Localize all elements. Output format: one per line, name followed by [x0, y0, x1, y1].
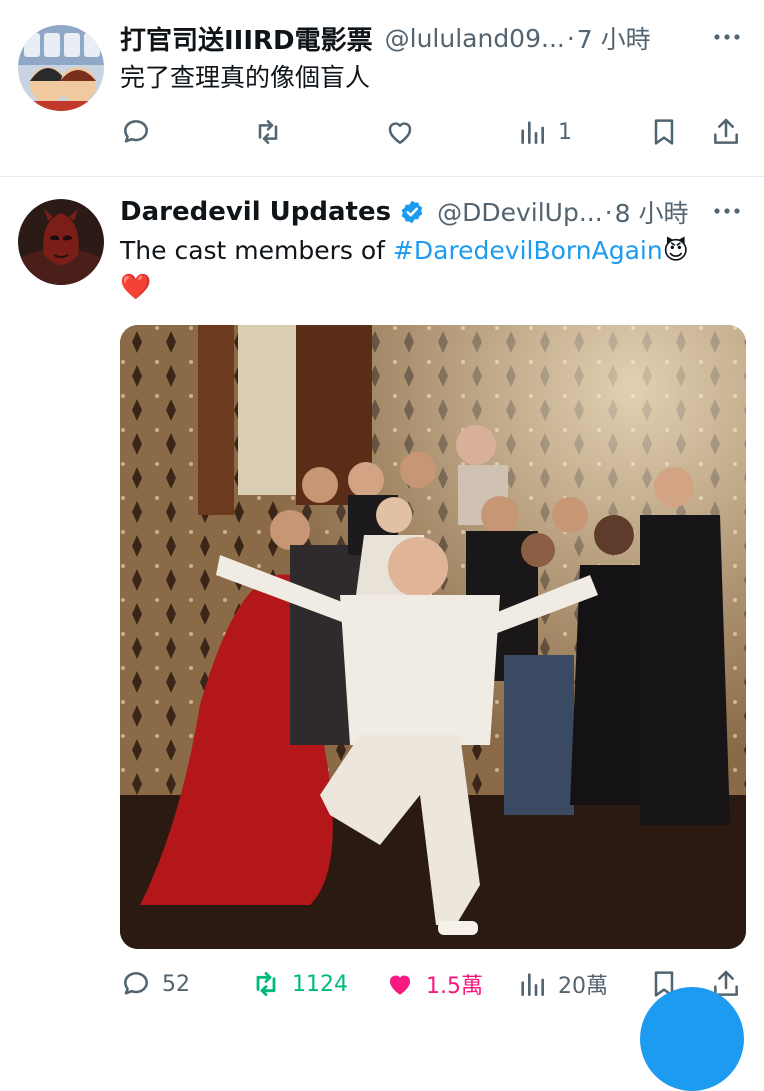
- display-name[interactable]: Daredevil Updates: [120, 197, 391, 227]
- tweet-header: Daredevil Updates @DDevilUp... · 8 小時: [120, 192, 744, 232]
- like-button[interactable]: [384, 112, 426, 152]
- reply-icon: [124, 120, 148, 143]
- retweet-button[interactable]: 1124: [250, 964, 348, 1004]
- timestamp[interactable]: 8 小時: [615, 194, 689, 230]
- tweet-text: 完了查理真的像個盲人: [120, 63, 371, 92]
- red-heart-emoji: ❤️: [120, 272, 152, 301]
- tweet-1[interactable]: 打官司送IIIRD電影票 @lululand09... · 7 小時 完了查理真…: [0, 0, 764, 177]
- devil-emoji: 😈: [662, 236, 689, 265]
- view-count: 20萬: [558, 974, 608, 999]
- tweet-actions: 52 1124 1.5萬 20萬: [120, 964, 746, 1004]
- heart-icon: [388, 122, 412, 144]
- heart-filled-icon: [389, 975, 411, 995]
- retweet-count: 1124: [292, 971, 348, 997]
- verified-badge-icon: [399, 199, 425, 225]
- user-handle[interactable]: @DDevilUp...: [437, 198, 603, 227]
- share-icon: [714, 118, 738, 144]
- bookmark-icon: [654, 119, 674, 145]
- compose-post-button[interactable]: [640, 987, 744, 1091]
- user-handle[interactable]: @lululand09...: [385, 24, 565, 53]
- tweet-actions: 1: [120, 112, 746, 152]
- timestamp[interactable]: 7 小時: [577, 20, 651, 56]
- like-button[interactable]: 1.5萬: [384, 964, 483, 1004]
- hashtag-link[interactable]: #DaredevilBornAgain: [393, 236, 663, 265]
- views-button[interactable]: 20萬: [516, 964, 608, 1004]
- reply-count: 52: [162, 971, 190, 997]
- display-name[interactable]: 打官司送IIIRD電影票: [120, 20, 373, 57]
- tweet-header: 打官司送IIIRD電影票 @lululand09... · 7 小時: [120, 18, 744, 58]
- separator-dot: ·: [566, 23, 575, 53]
- tweet-text-body: The cast members of: [120, 236, 393, 265]
- view-count: 1: [558, 119, 572, 145]
- separator-dot: ·: [604, 197, 613, 227]
- tweet-photo[interactable]: [120, 325, 746, 949]
- tweet-2[interactable]: Daredevil Updates @DDevilUp... · 8 小時 Th…: [0, 177, 764, 1024]
- reply-button[interactable]: 52: [120, 964, 190, 1004]
- reply-icon: [124, 972, 148, 995]
- reply-button[interactable]: [120, 112, 162, 152]
- user-avatar[interactable]: [18, 25, 104, 111]
- more-options-icon[interactable]: [710, 196, 744, 226]
- retweet-icon: [256, 971, 276, 997]
- views-icon: [521, 121, 544, 144]
- share-button[interactable]: [710, 112, 742, 152]
- like-count: 1.5萬: [426, 974, 483, 999]
- views-button[interactable]: 1: [516, 112, 572, 152]
- bookmark-button[interactable]: [648, 112, 680, 152]
- tweet-text: The cast members of #DaredevilBornAgain😈…: [120, 233, 734, 305]
- user-avatar[interactable]: [18, 199, 104, 285]
- views-icon: [521, 973, 544, 996]
- retweet-icon: [258, 120, 278, 144]
- more-options-icon[interactable]: [710, 22, 744, 52]
- retweet-button[interactable]: [252, 112, 294, 152]
